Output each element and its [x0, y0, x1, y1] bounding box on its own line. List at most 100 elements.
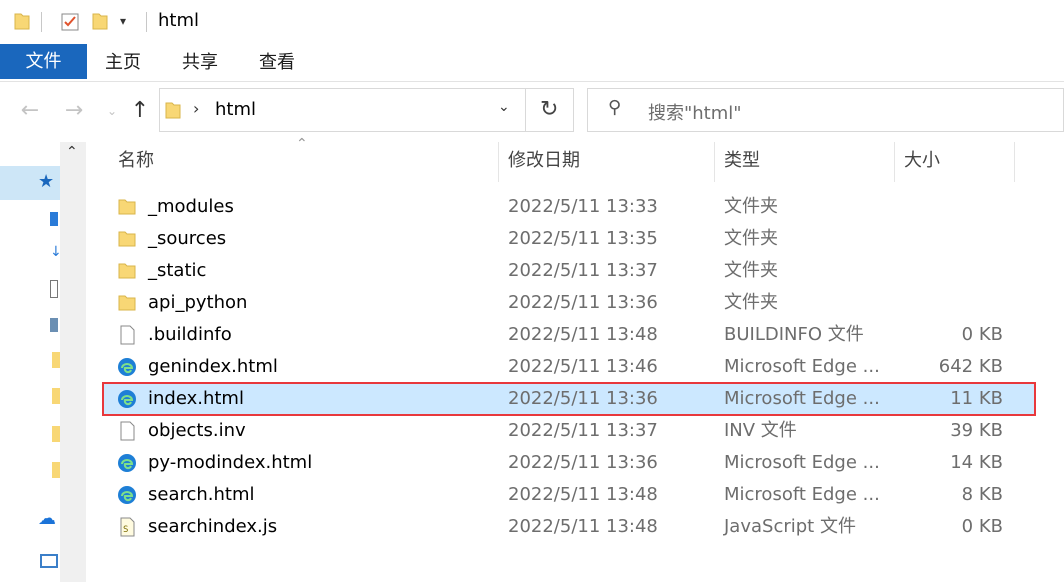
file-type: Microsoft Edge ... [724, 452, 880, 473]
sort-ascending-icon: ⌃ [296, 136, 308, 152]
folder-icon [118, 295, 136, 311]
search-box[interactable]: ⚲ 搜索"html" [587, 88, 1064, 132]
file-date: 2022/5/11 13:48 [508, 484, 658, 505]
file-date: 2022/5/11 13:33 [508, 196, 658, 217]
list-item-selected[interactable]: index.html 2022/5/11 13:36 Microsoft Edg… [102, 382, 1036, 416]
file-type: 文件夹 [724, 196, 778, 217]
list-item[interactable]: _sources 2022/5/11 13:35 文件夹 [103, 223, 1035, 255]
file-date: 2022/5/11 13:48 [508, 516, 658, 537]
scroll-up-icon[interactable]: ⌃ [66, 144, 78, 160]
file-size: 11 KB [950, 388, 1003, 409]
file-date: 2022/5/11 13:36 [508, 452, 658, 473]
up-button[interactable]: ↑ [126, 96, 154, 126]
folder-icon [118, 199, 136, 215]
column-divider[interactable] [498, 142, 499, 182]
file-type: Microsoft Edge ... [724, 484, 880, 505]
file-type: Microsoft Edge ... [724, 388, 880, 409]
file-size: 39 KB [950, 420, 1003, 441]
list-item[interactable]: objects.inv 2022/5/11 13:37 INV 文件 39 KB [103, 415, 1035, 447]
search-icon: ⚲ [608, 97, 622, 118]
onedrive-icon[interactable]: ☁ [38, 508, 56, 529]
breadcrumb-item[interactable]: html [215, 99, 256, 120]
desktop-icon[interactable] [50, 212, 58, 226]
pictures-icon[interactable] [50, 318, 58, 332]
svg-text:S: S [123, 525, 128, 535]
tab-home[interactable]: 主页 [105, 44, 141, 81]
nav-scrollbar[interactable]: ⌃ [60, 142, 86, 582]
file-type: INV 文件 [724, 420, 797, 441]
file-icon [120, 421, 135, 441]
file-name: api_python [148, 292, 248, 313]
folder-icon[interactable] [52, 462, 60, 478]
file-name: py-modindex.html [148, 452, 313, 473]
file-date: 2022/5/11 13:48 [508, 324, 658, 345]
file-name: search.html [148, 484, 255, 505]
column-header-type[interactable]: 类型 [724, 142, 760, 182]
file-date: 2022/5/11 13:36 [508, 388, 658, 409]
file-type: 文件夹 [724, 292, 778, 313]
file-name: .buildinfo [148, 324, 232, 345]
list-item[interactable]: _modules 2022/5/11 13:33 文件夹 [103, 191, 1035, 223]
file-date: 2022/5/11 13:37 [508, 260, 658, 281]
quick-access-item[interactable]: ★ [0, 166, 60, 200]
file-date: 2022/5/11 13:37 [508, 420, 658, 441]
tab-view[interactable]: 查看 [259, 44, 295, 81]
file-name: searchindex.js [148, 516, 278, 537]
back-button[interactable]: ← [16, 96, 44, 126]
file-type: Microsoft Edge ... [724, 356, 880, 377]
edge-icon [118, 358, 136, 376]
recent-locations-button[interactable]: ⌄ [98, 96, 126, 126]
file-name: _static [148, 260, 207, 281]
address-divider [525, 89, 526, 131]
file-name: _modules [148, 196, 234, 217]
list-item[interactable]: py-modindex.html 2022/5/11 13:36 Microso… [103, 447, 1035, 479]
folder-icon[interactable] [52, 352, 60, 368]
file-size: 0 KB [961, 324, 1003, 345]
address-dropdown-icon[interactable]: ⌄ [498, 99, 510, 115]
file-type: BUILDINFO 文件 [724, 324, 864, 345]
folder-icon[interactable] [52, 426, 60, 442]
file-icon [120, 325, 135, 345]
properties-icon[interactable] [60, 12, 80, 32]
folder-icon[interactable] [52, 388, 60, 404]
folder-icon [118, 231, 136, 247]
star-icon: ★ [38, 171, 55, 192]
file-date: 2022/5/11 13:46 [508, 356, 658, 377]
list-item[interactable]: api_python 2022/5/11 13:36 文件夹 [103, 287, 1035, 319]
column-divider[interactable] [1014, 142, 1015, 182]
breadcrumb-separator-icon: › [193, 99, 200, 118]
file-size: 14 KB [950, 452, 1003, 473]
file-name: index.html [148, 388, 244, 409]
customize-toolbar-icon[interactable]: ▾ [120, 14, 126, 28]
forward-button[interactable]: → [60, 96, 88, 126]
file-size: 8 KB [961, 484, 1003, 505]
file-size: 642 KB [938, 356, 1003, 377]
file-name: _sources [148, 228, 227, 249]
column-header-date[interactable]: 修改日期 [508, 142, 580, 182]
list-item[interactable]: search.html 2022/5/11 13:48 Microsoft Ed… [103, 479, 1035, 511]
column-header-size[interactable]: 大小 [904, 142, 940, 182]
document-icon[interactable] [50, 280, 58, 298]
js-file-icon: S [120, 517, 135, 537]
list-item[interactable]: S searchindex.js 2022/5/11 13:48 JavaScr… [103, 511, 1035, 543]
folder-icon[interactable] [14, 12, 30, 30]
this-pc-icon[interactable] [40, 554, 58, 568]
column-divider[interactable] [894, 142, 895, 182]
list-item[interactable]: .buildinfo 2022/5/11 13:48 BUILDINFO 文件 … [103, 319, 1035, 351]
tab-file[interactable]: 文件 [0, 44, 87, 79]
file-type: JavaScript 文件 [724, 516, 856, 537]
file-date: 2022/5/11 13:35 [508, 228, 658, 249]
address-bar[interactable]: › html ⌄ ↻ [159, 88, 574, 132]
file-size: 0 KB [961, 516, 1003, 537]
new-folder-icon[interactable] [92, 12, 108, 30]
search-input[interactable]: 搜索"html" [648, 99, 742, 125]
list-item[interactable]: genindex.html 2022/5/11 13:46 Microsoft … [103, 351, 1035, 383]
column-divider[interactable] [714, 142, 715, 182]
column-header-name[interactable]: 名称 [118, 142, 154, 182]
title-bar: ▾ html [0, 0, 1064, 44]
window-title: html [158, 10, 200, 31]
list-item[interactable]: _static 2022/5/11 13:37 文件夹 [103, 255, 1035, 287]
edge-icon [118, 454, 136, 472]
refresh-icon[interactable]: ↻ [540, 97, 558, 122]
tab-share[interactable]: 共享 [182, 44, 218, 81]
